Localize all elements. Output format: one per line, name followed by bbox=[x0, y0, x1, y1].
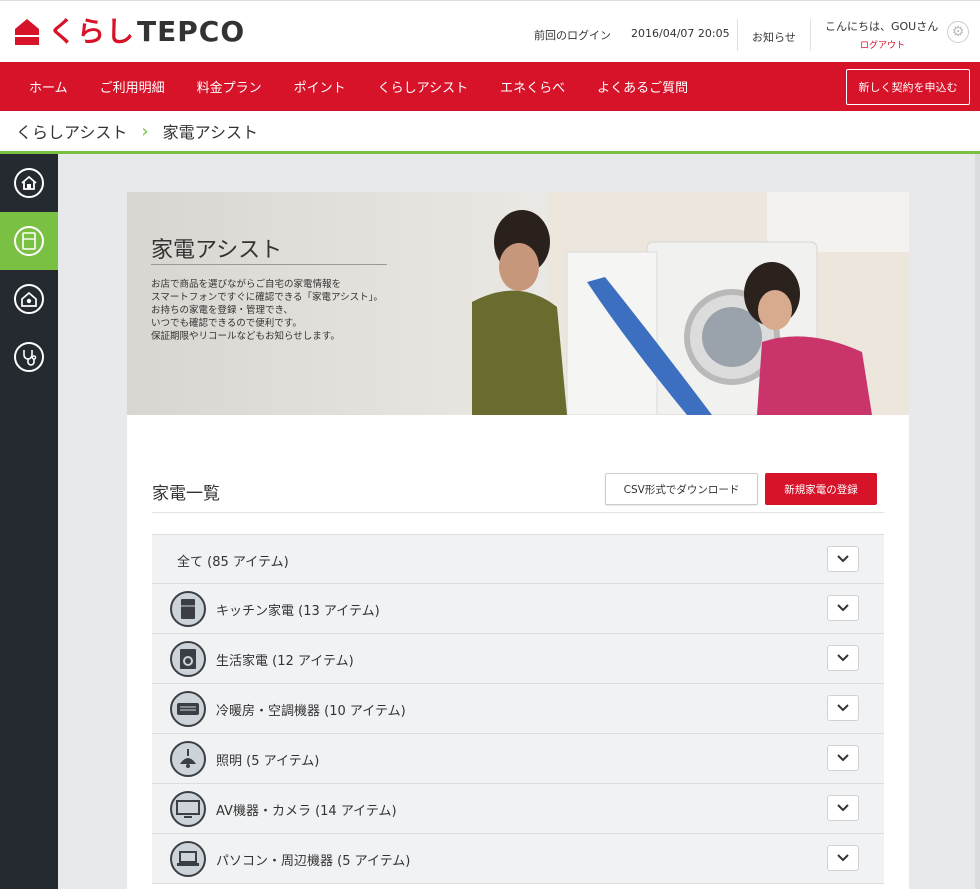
refrigerator-icon bbox=[170, 591, 206, 627]
nav-item-kurashi-assist[interactable]: くらしアシスト bbox=[362, 77, 484, 96]
last-login-time: 2016/04/07 20:05 bbox=[631, 27, 730, 40]
category-row-aircon[interactable]: 冷暖房・空調機器 (10 アイテム) bbox=[152, 684, 884, 734]
category-label: パソコン・周辺機器 (5 アイテム) bbox=[216, 854, 411, 869]
logout-link[interactable]: ログアウト bbox=[860, 38, 905, 51]
register-appliance-button[interactable]: 新規家電の登録 bbox=[765, 473, 877, 505]
nav-items: ホーム ご利用明細 料金プラン ポイント くらしアシスト エネくらべ よくあるご… bbox=[13, 62, 704, 111]
chevron-right-icon: › bbox=[141, 120, 149, 142]
category-label: 生活家電 (12 アイテム) bbox=[216, 654, 354, 669]
chevron-down-icon[interactable] bbox=[827, 546, 859, 572]
chevron-down-icon[interactable] bbox=[827, 595, 859, 621]
nav-item-points[interactable]: ポイント bbox=[278, 77, 362, 96]
header: くらしTEPCO 前回のログイン 2016/04/07 20:05 お知らせ こ… bbox=[0, 0, 980, 62]
tv-icon bbox=[170, 791, 206, 827]
category-row-all[interactable]: 全て (85 アイテム) bbox=[152, 534, 884, 584]
sidebar-item-house-care[interactable] bbox=[0, 270, 58, 328]
category-label: AV機器・カメラ (14 アイテム) bbox=[216, 804, 397, 819]
laptop-icon bbox=[170, 841, 206, 877]
new-contract-button[interactable]: 新しく契約を申込む bbox=[846, 69, 970, 105]
chevron-down-icon[interactable] bbox=[827, 845, 859, 871]
logo[interactable]: くらしTEPCO bbox=[14, 15, 245, 49]
last-login-label: 前回のログイン bbox=[534, 29, 611, 42]
appliance-icon bbox=[14, 226, 44, 256]
greeting: こんにちは、GOUさん bbox=[825, 20, 939, 33]
breadcrumb: くらしアシスト › 家電アシスト bbox=[0, 111, 980, 154]
category-label: 照明 (5 アイテム) bbox=[216, 754, 320, 769]
home-icon bbox=[14, 168, 44, 198]
hero-banner: 家電アシスト お店で商品を選びながらご自宅の家電情報を スマートフォンですぐに確… bbox=[127, 192, 909, 415]
chevron-down-icon[interactable] bbox=[827, 695, 859, 721]
logo-tepco: TEPCO bbox=[137, 15, 246, 48]
logo-kurashi: くらし bbox=[48, 15, 136, 48]
breadcrumb-parent[interactable]: くらしアシスト bbox=[16, 119, 127, 143]
stethoscope-icon bbox=[14, 342, 44, 372]
last-login: 前回のログイン 2016/04/07 20:05 bbox=[534, 27, 730, 43]
logo-text: くらしTEPCO bbox=[48, 15, 245, 49]
appliance-list-title: 家電一覧 bbox=[152, 484, 220, 504]
section-divider bbox=[152, 512, 884, 513]
sidebar-item-health[interactable] bbox=[0, 328, 58, 386]
sidebar bbox=[0, 154, 58, 889]
category-label: キッチン家電 (13 アイテム) bbox=[216, 604, 380, 619]
nav-item-enekurabe[interactable]: エネくらべ bbox=[484, 77, 581, 96]
page-scrollbar[interactable] bbox=[975, 154, 980, 889]
main-nav: ホーム ご利用明細 料金プラン ポイント くらしアシスト エネくらべ よくあるご… bbox=[0, 62, 980, 111]
notice-link[interactable]: お知らせ bbox=[752, 29, 796, 45]
house-logo-icon bbox=[14, 17, 40, 47]
hero-title: 家電アシスト bbox=[151, 238, 283, 263]
category-label: 全て (85 アイテム) bbox=[177, 555, 289, 570]
category-row-lighting[interactable]: 照明 (5 アイテム) bbox=[152, 734, 884, 784]
chevron-down-icon[interactable] bbox=[827, 645, 859, 671]
csv-download-button[interactable]: CSV形式でダウンロード bbox=[605, 473, 758, 505]
house-care-icon bbox=[14, 284, 44, 314]
hero-divider bbox=[151, 264, 387, 265]
breadcrumb-current: 家電アシスト bbox=[162, 123, 258, 142]
category-row-living[interactable]: 生活家電 (12 アイテム) bbox=[152, 634, 884, 684]
category-label: 冷暖房・空調機器 (10 アイテム) bbox=[216, 704, 406, 719]
sidebar-item-home[interactable] bbox=[0, 154, 58, 212]
nav-item-plans[interactable]: 料金プラン bbox=[181, 77, 278, 96]
washing-machine-icon bbox=[170, 641, 206, 677]
header-divider bbox=[737, 19, 738, 51]
category-row-pc[interactable]: パソコン・周辺機器 (5 アイテム) bbox=[152, 834, 884, 884]
nav-item-home[interactable]: ホーム bbox=[13, 77, 84, 96]
sidebar-item-appliance[interactable] bbox=[0, 212, 58, 270]
chevron-down-icon[interactable] bbox=[827, 795, 859, 821]
nav-item-usage[interactable]: ご利用明細 bbox=[84, 77, 181, 96]
appliance-category-list: 全て (85 アイテム) キッチン家電 (13 アイテム) 生活家電 (12 ア… bbox=[152, 534, 884, 884]
air-conditioner-icon bbox=[170, 691, 206, 727]
category-row-kitchen[interactable]: キッチン家電 (13 アイテム) bbox=[152, 584, 884, 634]
gear-icon[interactable]: ⚙ bbox=[947, 21, 969, 43]
category-row-av[interactable]: AV機器・カメラ (14 アイテム) bbox=[152, 784, 884, 834]
nav-item-faq[interactable]: よくあるご質問 bbox=[581, 77, 704, 96]
header-divider bbox=[810, 19, 811, 51]
hero-description: お店で商品を選びながらご自宅の家電情報を スマートフォンですぐに確認できる「家電… bbox=[151, 279, 383, 342]
pendant-light-icon bbox=[170, 741, 206, 777]
main-card: 家電アシスト お店で商品を選びながらご自宅の家電情報を スマートフォンですぐに確… bbox=[127, 192, 909, 889]
chevron-down-icon[interactable] bbox=[827, 745, 859, 771]
